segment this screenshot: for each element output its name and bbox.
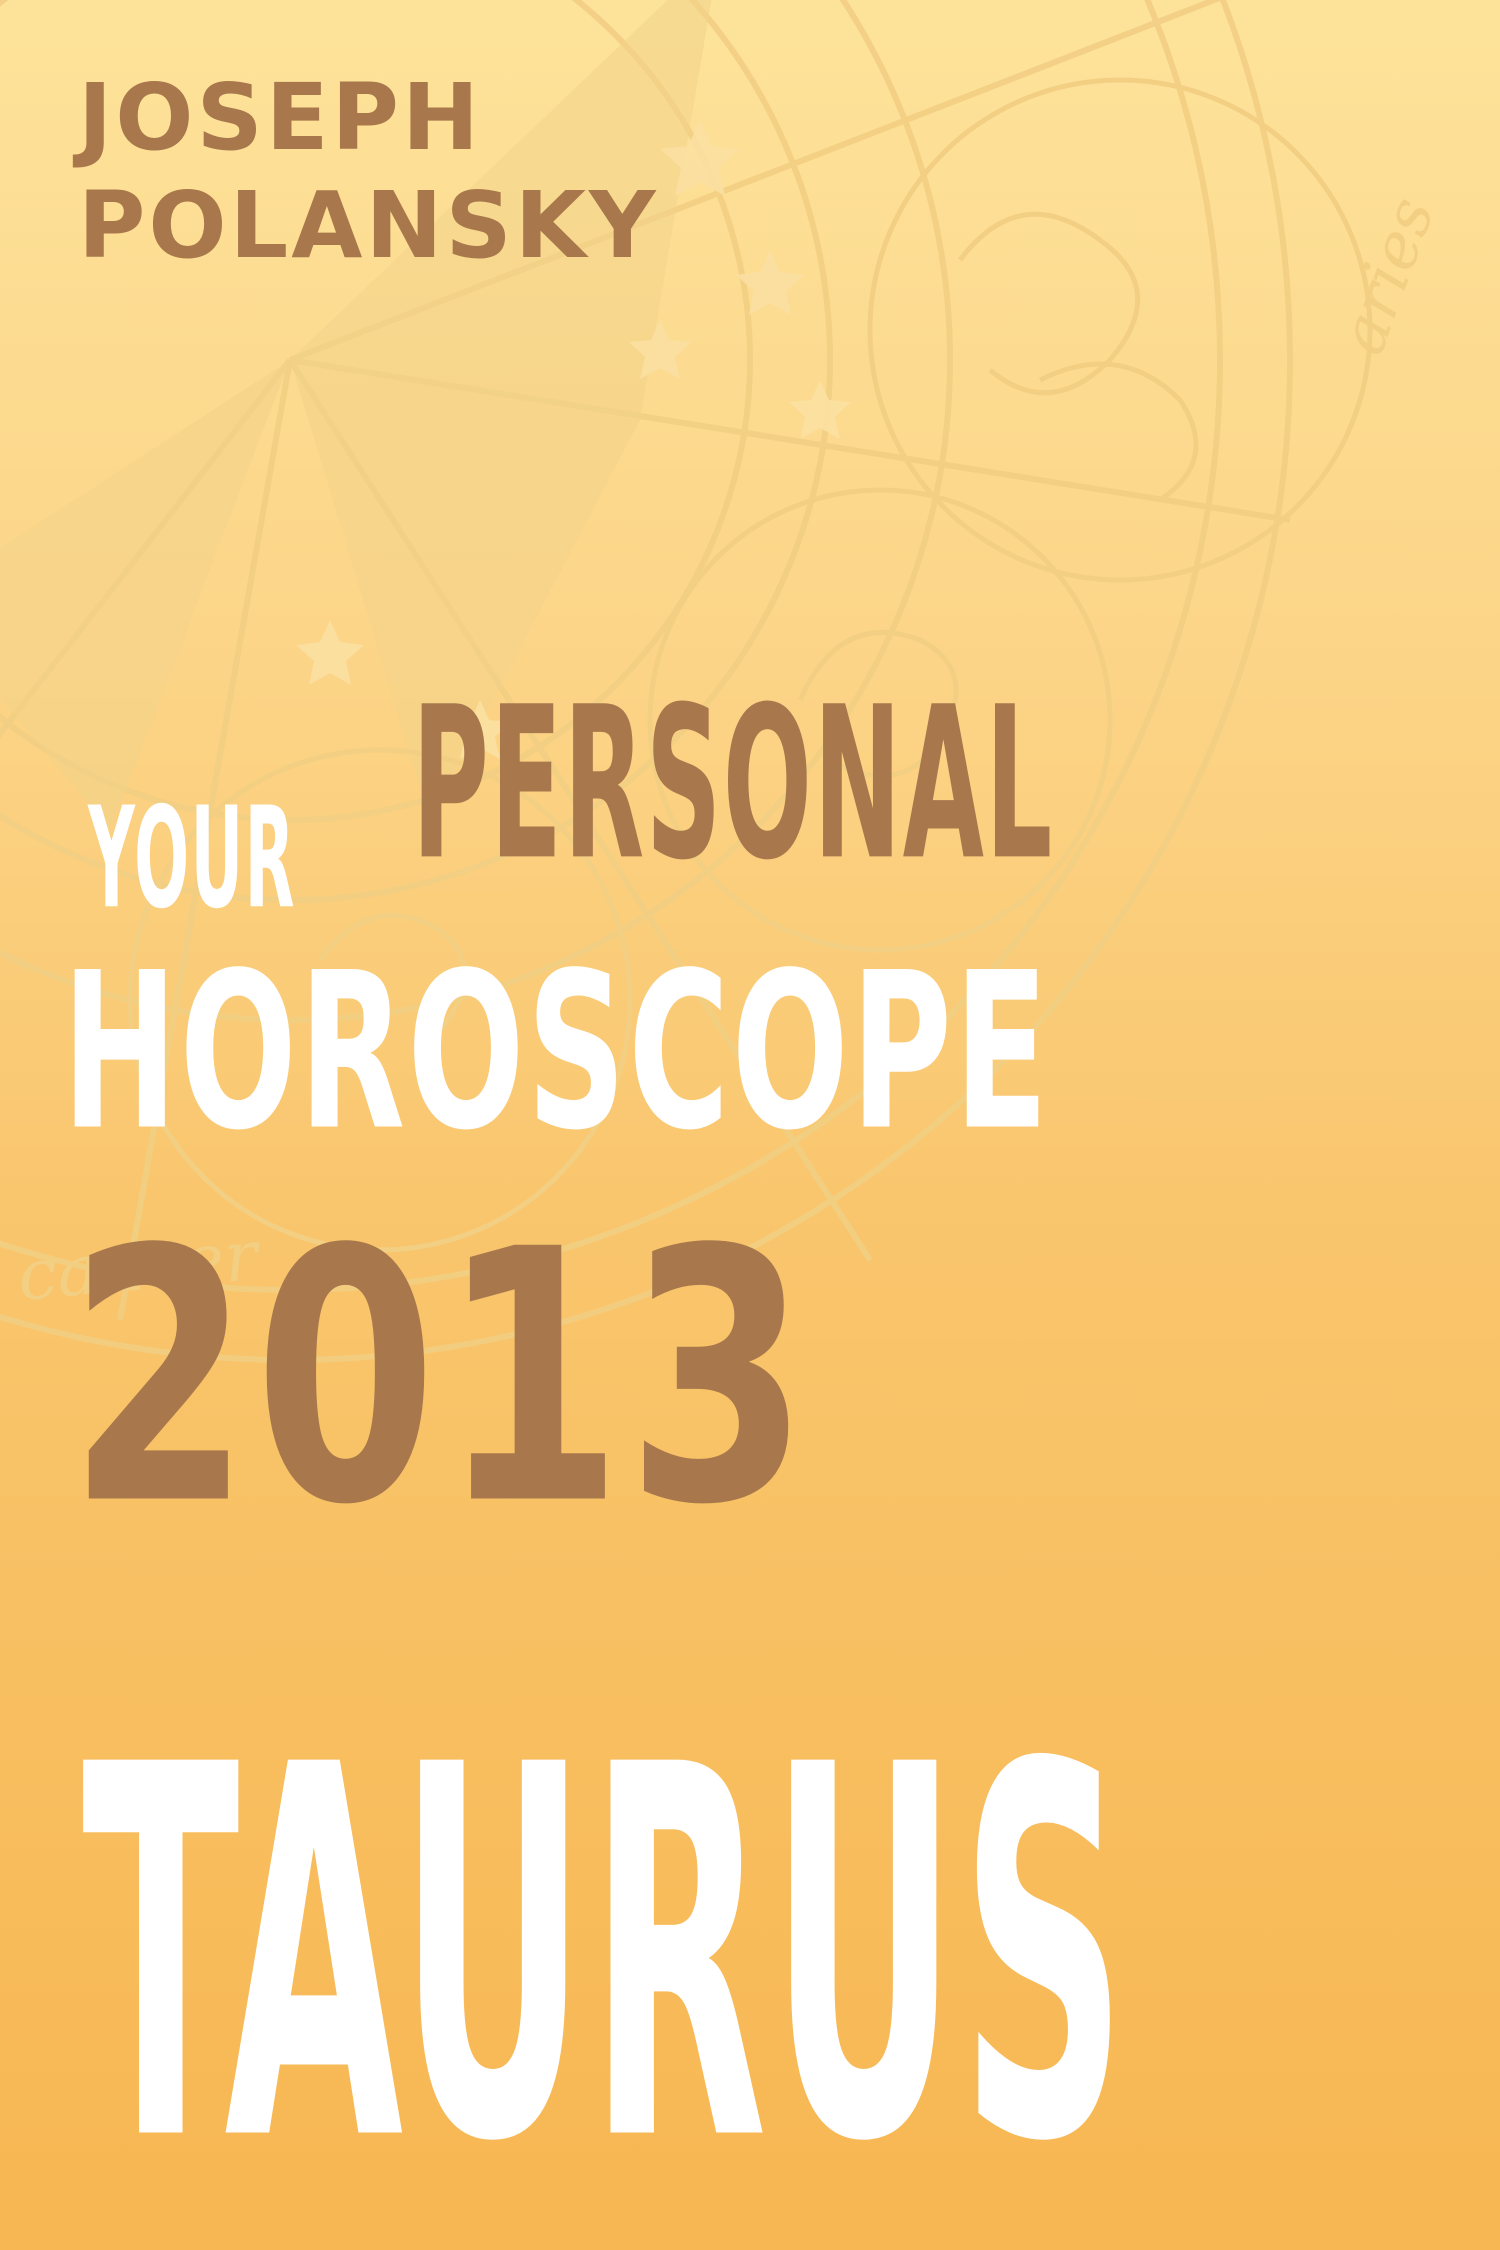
author-first-name: JOSEPH — [78, 64, 482, 171]
title-zodiac-sign: TAURUS — [82, 1658, 1130, 2250]
book-cover: aries cancer JOSEPH POLANSKY YOUR PERSON… — [0, 0, 1500, 2250]
aries-medallion — [867, 77, 1373, 583]
title-word-horoscope: HOROSCOPE — [62, 926, 1051, 1179]
title-word-your: YOUR — [88, 777, 296, 941]
author-last-name: POLANSKY — [78, 172, 659, 279]
title-word-personal: PERSONAL — [412, 663, 1054, 907]
title-year: 2013 — [68, 1176, 813, 1581]
